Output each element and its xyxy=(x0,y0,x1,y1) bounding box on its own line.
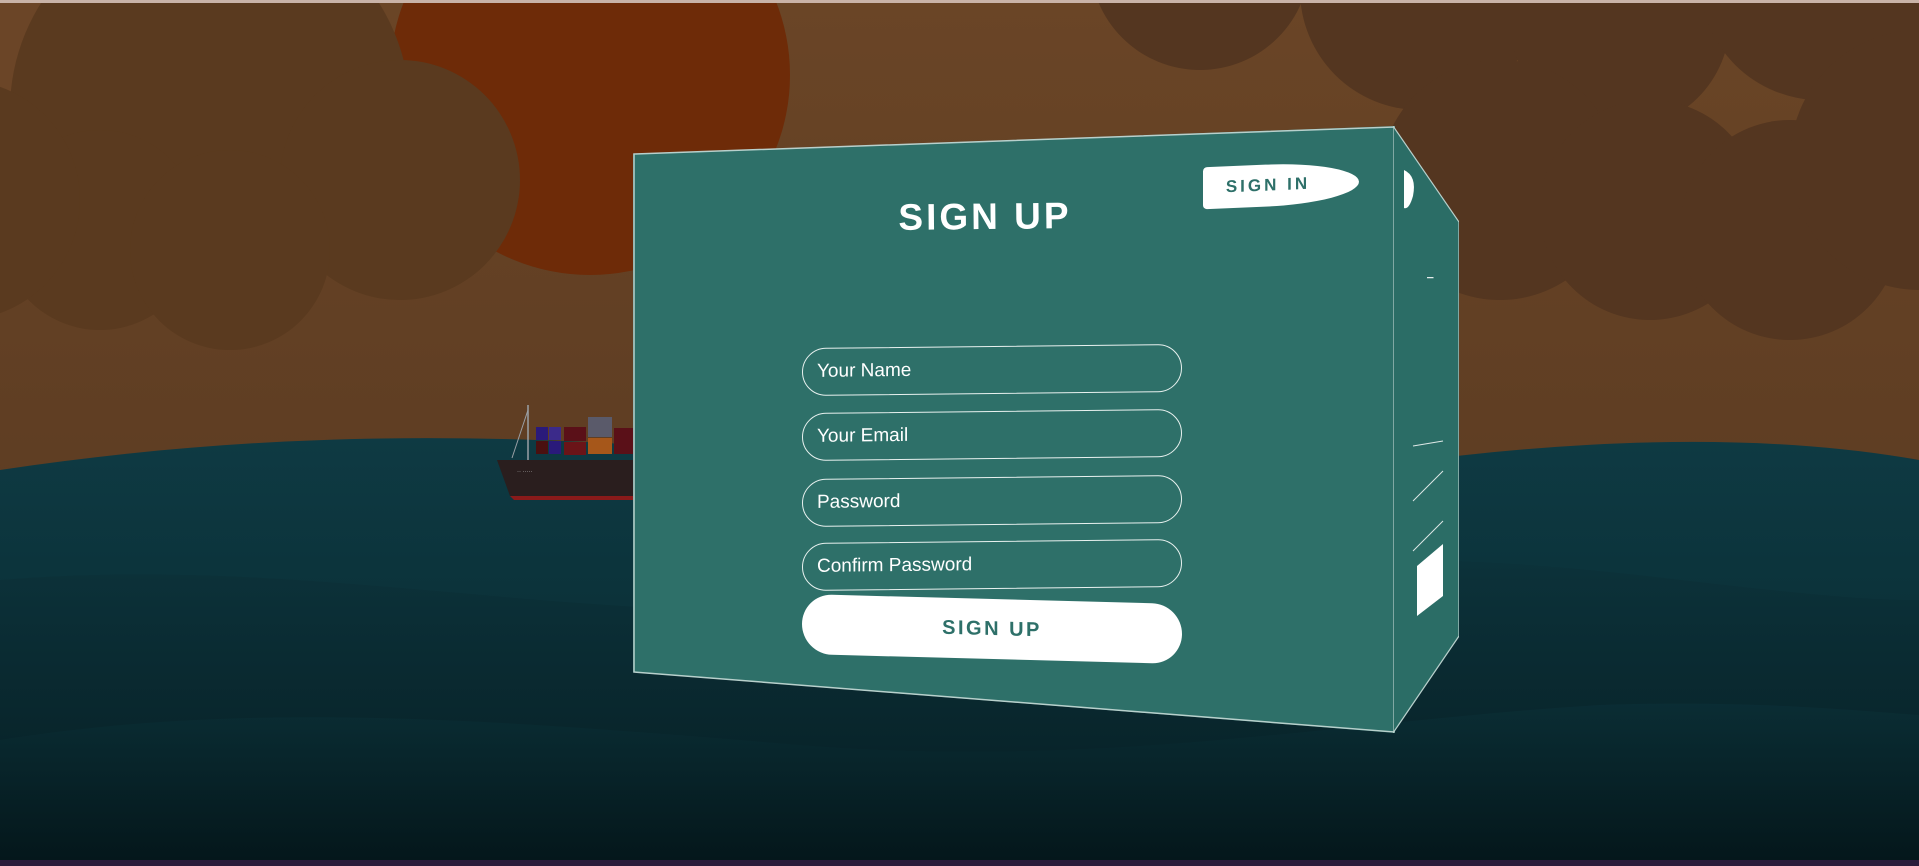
bottom-border xyxy=(0,860,1919,866)
page-title: SIGN UP xyxy=(898,195,1072,238)
password-field[interactable] xyxy=(802,475,1182,527)
email-field[interactable] xyxy=(802,409,1182,461)
cargo-ship-icon: ·· ····· xyxy=(497,405,642,500)
sign-up-button[interactable]: SIGN UP xyxy=(802,594,1182,664)
top-border xyxy=(0,0,1919,3)
svg-text:·· ·····: ·· ····· xyxy=(517,469,533,475)
confirm-password-field[interactable] xyxy=(802,539,1182,591)
name-field[interactable] xyxy=(802,344,1182,396)
